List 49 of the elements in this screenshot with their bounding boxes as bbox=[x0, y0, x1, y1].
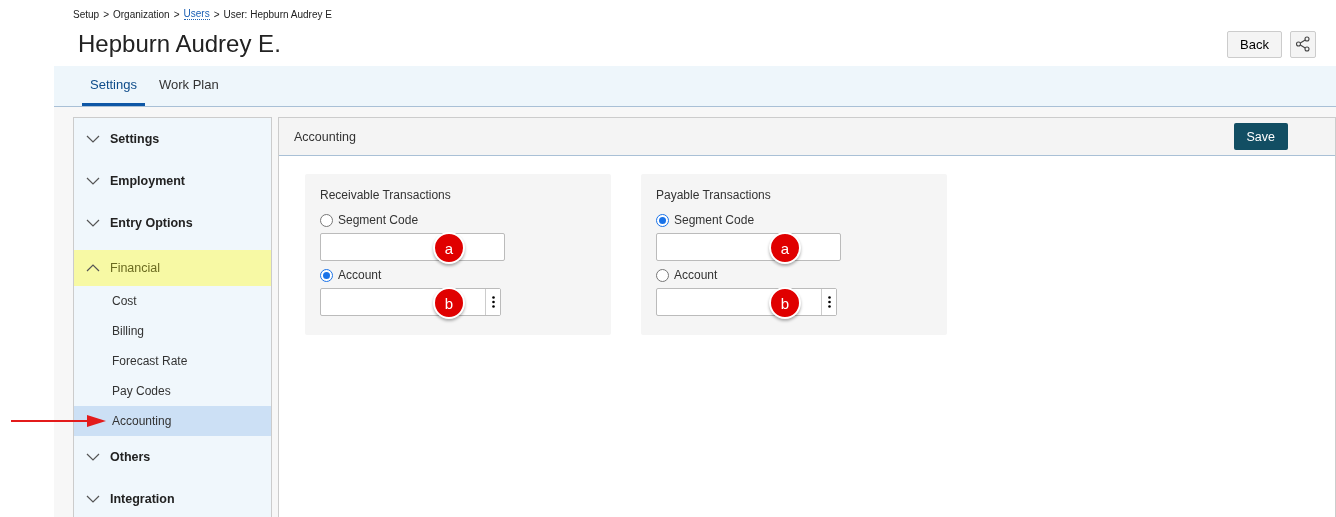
radio-label: Segment Code bbox=[674, 213, 755, 227]
breadcrumb-separator: > bbox=[173, 8, 180, 20]
tab[interactable]: Work Plan bbox=[151, 66, 227, 106]
breadcrumb-separator: > bbox=[103, 8, 109, 20]
back-button[interactable]: Back bbox=[1227, 30, 1282, 58]
sidebar-section[interactable]: Others bbox=[74, 436, 271, 478]
breadcrumb-item: User: Hepburn Audrey E bbox=[223, 8, 332, 20]
sidebar-section[interactable]: Financial bbox=[74, 250, 271, 286]
radio-button[interactable] bbox=[320, 268, 333, 282]
chevron-icon bbox=[86, 453, 100, 461]
sidebar-section[interactable]: Settings bbox=[74, 118, 271, 160]
sidebar-section[interactable]: Integration bbox=[74, 478, 271, 517]
radio-label: Account bbox=[338, 268, 382, 282]
sidebar-item[interactable]: Forecast Rate bbox=[74, 346, 271, 376]
breadcrumb-item: Setup bbox=[73, 8, 100, 20]
callout-tooltip: a bbox=[433, 232, 465, 264]
panel-title: Accounting bbox=[294, 129, 356, 144]
callout-tooltip: b bbox=[433, 287, 465, 319]
radio-button[interactable] bbox=[320, 213, 333, 227]
share-button[interactable] bbox=[1290, 30, 1316, 58]
page-title: Hepburn Audrey E. bbox=[78, 30, 282, 58]
breadcrumb-item: Organization bbox=[113, 8, 170, 20]
chevron-icon bbox=[86, 135, 100, 143]
callout-tooltip: a bbox=[769, 232, 801, 264]
radio-label: Segment Code bbox=[338, 213, 419, 227]
breadcrumb-separator: > bbox=[213, 8, 220, 20]
sidebar-item[interactable]: Accounting bbox=[74, 406, 271, 436]
card-title: Receivable Transactions bbox=[320, 188, 452, 202]
sidebar-section[interactable]: Employment bbox=[74, 160, 271, 202]
radio-label: Account bbox=[674, 268, 718, 282]
callout-tooltip: b bbox=[769, 287, 801, 319]
sidebar-item[interactable]: Pay Codes bbox=[74, 376, 271, 406]
radio-button[interactable] bbox=[656, 213, 669, 227]
kebab-icon bbox=[491, 296, 495, 308]
radio-button[interactable] bbox=[656, 268, 669, 282]
card-title: Payable Transactions bbox=[656, 188, 772, 202]
more-button[interactable] bbox=[485, 289, 500, 315]
sidebar-item[interactable]: Cost bbox=[74, 286, 271, 316]
save-button[interactable]: Save bbox=[1233, 123, 1288, 150]
more-button[interactable] bbox=[821, 289, 836, 315]
share-icon bbox=[1295, 36, 1311, 52]
sidebar-item[interactable]: Billing bbox=[74, 316, 271, 346]
sidebar-section[interactable]: Entry Options bbox=[74, 202, 271, 244]
chevron-icon bbox=[86, 177, 100, 185]
kebab-icon bbox=[827, 296, 831, 308]
breadcrumb-link[interactable]: Users bbox=[183, 8, 210, 20]
chevron-icon bbox=[86, 264, 100, 272]
chevron-icon bbox=[86, 219, 100, 227]
chevron-icon bbox=[86, 495, 100, 503]
